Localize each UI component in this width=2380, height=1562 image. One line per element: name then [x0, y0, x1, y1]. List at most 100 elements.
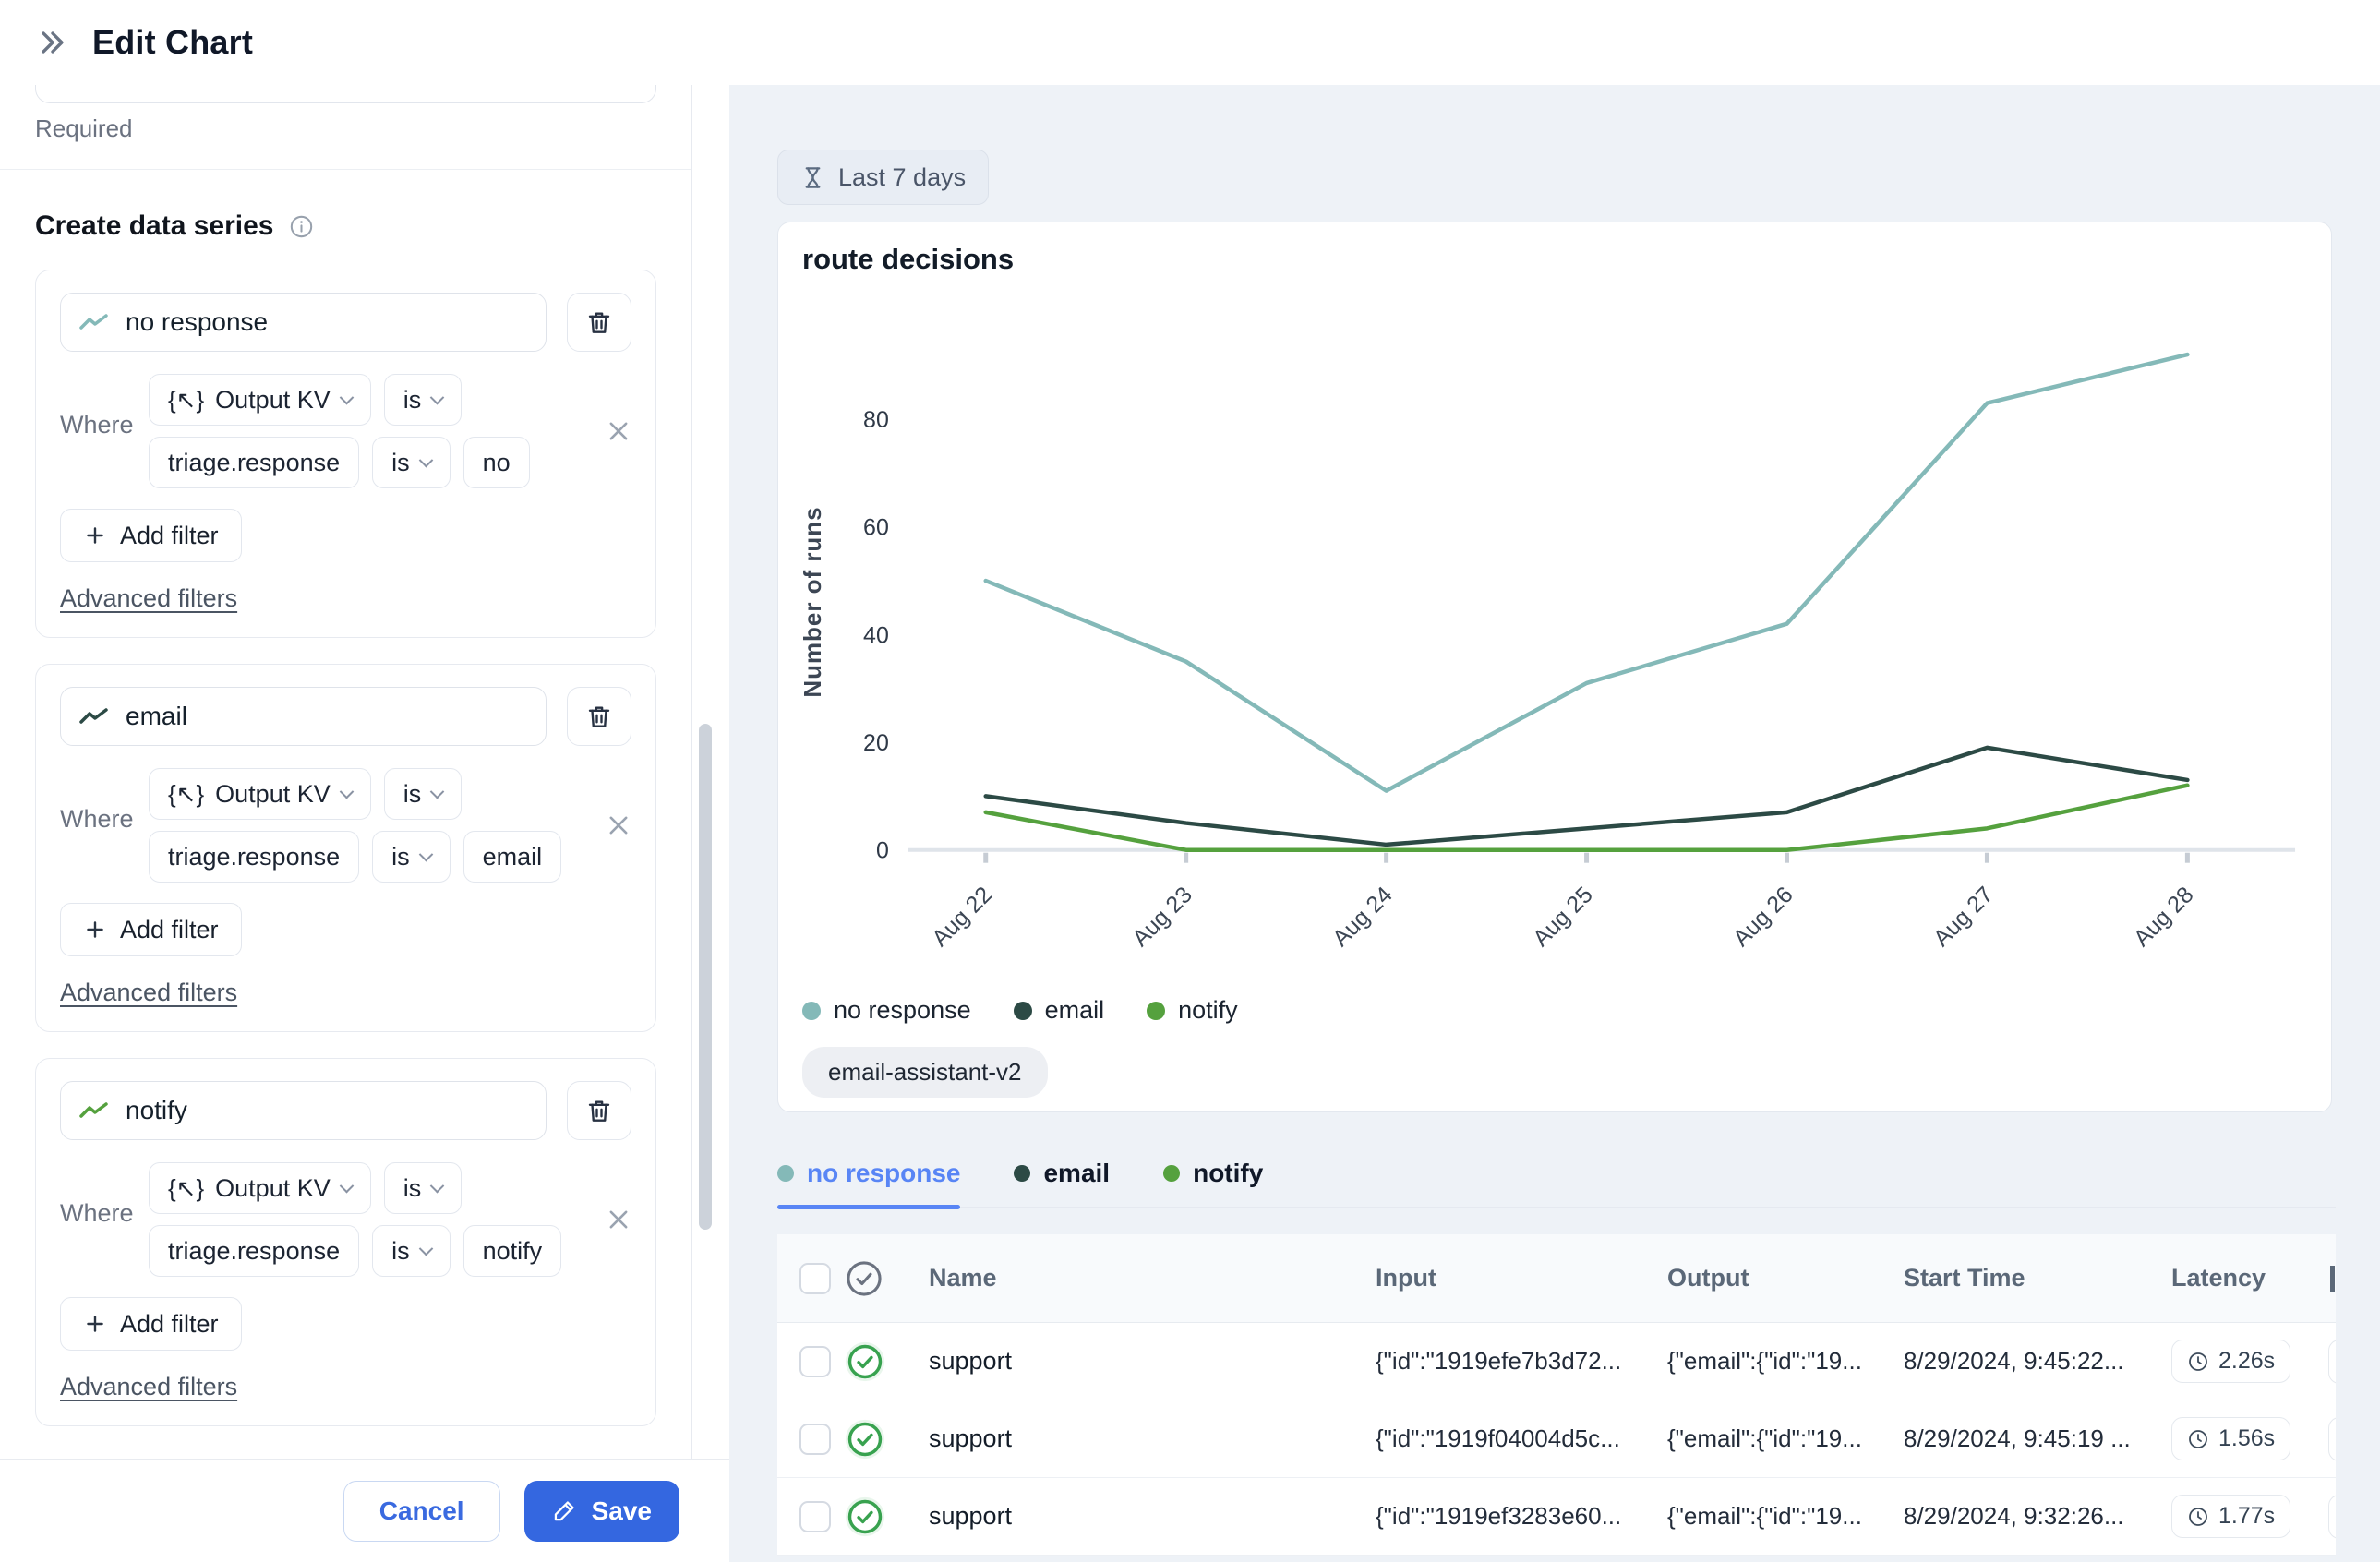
status-column-icon	[844, 1258, 929, 1299]
success-status-icon	[844, 1418, 929, 1460]
filter-field-dropdown[interactable]: {↖} Output KV	[149, 1162, 371, 1214]
kv-icon: {↖}	[168, 1174, 204, 1203]
trash-icon	[585, 1097, 613, 1124]
advanced-filters-link[interactable]: Advanced filters	[60, 1373, 237, 1401]
time-range-chip[interactable]: Last 7 days	[777, 150, 989, 205]
trash-icon	[585, 703, 613, 730]
svg-text:0: 0	[876, 838, 889, 864]
column-header-start-time: Start Time	[1904, 1264, 2171, 1292]
clipped-badge	[2328, 1417, 2336, 1461]
divider	[0, 169, 691, 170]
table-row[interactable]: support {"id":"1919ef3283e60... {"email"…	[777, 1478, 2336, 1556]
remove-filter-icon[interactable]	[606, 812, 631, 838]
collapse-panel-icon[interactable]	[37, 27, 68, 58]
filter-field-dropdown[interactable]: {↖} Output KV	[149, 374, 371, 426]
filter-operator-dropdown[interactable]: is	[384, 768, 463, 820]
svg-text:40: 40	[863, 622, 889, 648]
line-series-icon	[79, 313, 109, 331]
table-row[interactable]: support {"id":"1919efe7b3d72... {"email"…	[777, 1323, 2336, 1400]
row-checkbox[interactable]	[799, 1424, 831, 1455]
filter-operator-value: is	[403, 386, 422, 415]
sidebar-scrollbar-thumb[interactable]	[699, 724, 712, 1230]
add-filter-button[interactable]: Add filter	[60, 509, 242, 562]
filter-key-operator-dropdown[interactable]: is	[372, 1225, 451, 1277]
kv-icon: {↖}	[168, 386, 204, 415]
run-input: {"id":"1919efe7b3d72...	[1376, 1347, 1667, 1376]
filter-value-input[interactable]: no	[463, 437, 530, 488]
plus-icon	[83, 1312, 107, 1336]
table-row[interactable]: support {"id":"1919f04004d5c... {"email"…	[777, 1400, 2336, 1478]
series-name-input[interactable]: notify	[60, 1081, 547, 1140]
run-output: {"email":{"id":"19...	[1667, 1502, 1904, 1531]
tab-no-response[interactable]: no response	[777, 1159, 960, 1207]
svg-text:Aug 28: Aug 28	[2129, 882, 2199, 952]
run-name: support	[929, 1502, 1376, 1531]
row-checkbox[interactable]	[799, 1346, 831, 1377]
tab-dot	[1163, 1165, 1180, 1182]
edit-chart-page: Edit Chart Required Create data series n…	[0, 0, 2380, 1562]
clipped-column-header	[2330, 1266, 2335, 1292]
where-label: Where	[60, 1162, 149, 1277]
where-label: Where	[60, 374, 149, 488]
filter-key-input[interactable]: triage.response	[149, 831, 359, 883]
column-header-output: Output	[1667, 1264, 1904, 1292]
delete-series-button[interactable]	[567, 293, 631, 352]
svg-text:Aug 22: Aug 22	[927, 882, 997, 952]
sidebar-scrollbar-track[interactable]	[693, 85, 729, 1459]
filter-key-operator-dropdown[interactable]: is	[372, 831, 451, 883]
clock-icon	[2187, 1351, 2209, 1373]
cancel-button[interactable]: Cancel	[343, 1481, 500, 1542]
filter-value-input[interactable]: email	[463, 831, 562, 883]
advanced-filters-link[interactable]: Advanced filters	[60, 979, 237, 1007]
series-name-input[interactable]: no response	[60, 293, 547, 352]
clipped-badge	[2328, 1495, 2336, 1539]
chart-title: route decisions	[802, 243, 2331, 276]
delete-series-button[interactable]	[567, 1081, 631, 1140]
filter-field-dropdown[interactable]: {↖} Output KV	[149, 768, 371, 820]
filter-field-value: Output KV	[215, 386, 331, 415]
legend-item[interactable]: notify	[1147, 996, 1238, 1025]
filter-operator-dropdown[interactable]: is	[384, 374, 463, 426]
advanced-filters-link[interactable]: Advanced filters	[60, 584, 237, 613]
row-checkbox[interactable]	[799, 1501, 831, 1532]
run-input: {"id":"1919ef3283e60...	[1376, 1502, 1667, 1531]
run-output: {"email":{"id":"19...	[1667, 1347, 1904, 1376]
chart-config-sidebar: Required Create data series no response	[0, 85, 692, 1459]
chevron-down-icon	[430, 784, 445, 799]
project-tag-chip[interactable]: email-assistant-v2	[802, 1047, 1048, 1098]
success-status-icon	[844, 1340, 929, 1383]
page-header: Edit Chart	[0, 0, 2380, 85]
filter-key-input[interactable]: triage.response	[149, 437, 359, 488]
table-header-row: Name Input Output Start Time Latency	[777, 1234, 2336, 1323]
chevron-down-icon	[430, 390, 445, 404]
series-name-input[interactable]: email	[60, 687, 547, 746]
delete-series-button[interactable]	[567, 687, 631, 746]
add-filter-button[interactable]: Add filter	[60, 903, 242, 956]
remove-filter-icon[interactable]	[606, 1207, 631, 1232]
remove-filter-icon[interactable]	[606, 418, 631, 444]
tab-notify[interactable]: notify	[1163, 1159, 1263, 1207]
series-name-value: no response	[126, 307, 268, 337]
select-all-checkbox[interactable]	[799, 1263, 831, 1294]
add-filter-button[interactable]: Add filter	[60, 1297, 242, 1351]
filter-key-operator-dropdown[interactable]: is	[372, 437, 451, 488]
run-start-time: 8/29/2024, 9:45:22...	[1904, 1347, 2171, 1376]
filter-operator-dropdown[interactable]: is	[384, 1162, 463, 1214]
page-title: Edit Chart	[92, 23, 253, 62]
info-icon[interactable]	[289, 214, 314, 239]
tab-email[interactable]: email	[1014, 1159, 1110, 1207]
column-header-latency: Latency	[2171, 1264, 2328, 1292]
legend-item[interactable]: no response	[802, 996, 971, 1025]
where-label: Where	[60, 768, 149, 883]
save-button[interactable]: Save	[524, 1481, 679, 1542]
legend-item[interactable]: email	[1014, 996, 1105, 1025]
sidebar-footer: Cancel Save	[0, 1459, 729, 1562]
run-name: support	[929, 1424, 1376, 1453]
latency-badge: 1.56s	[2171, 1417, 2290, 1460]
run-start-time: 8/29/2024, 9:45:19 ...	[1904, 1424, 2171, 1453]
plus-icon	[83, 523, 107, 547]
latency-badge: 1.77s	[2171, 1495, 2290, 1538]
filter-key-input[interactable]: triage.response	[149, 1225, 359, 1277]
metric-input-truncated[interactable]	[35, 85, 656, 103]
filter-value-input[interactable]: notify	[463, 1225, 562, 1277]
